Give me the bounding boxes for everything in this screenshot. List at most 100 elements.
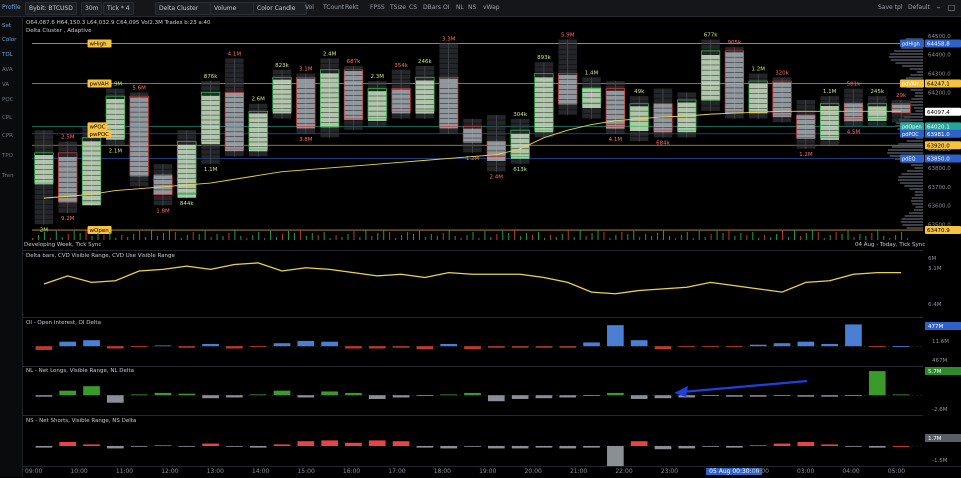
nl-bar[interactable] [59,390,77,396]
ns-bar[interactable] [654,446,672,450]
ns-bar[interactable] [607,446,624,466]
nl-bar[interactable] [107,395,124,403]
ns-bar[interactable] [892,446,910,447]
ns-bar[interactable] [392,441,410,446]
nl-bar[interactable] [535,395,553,399]
nl-bar[interactable] [297,395,315,398]
delta-cluster-candle[interactable]: 677k [700,33,721,112]
oi-bar[interactable] [749,344,767,347]
volume-select[interactable]: Volume [210,2,256,15]
default-button[interactable]: Default [908,4,930,11]
nl-bar[interactable] [178,393,196,396]
sidebar-item-va[interactable]: VA [2,82,9,88]
maximize-icon[interactable]: □ [947,3,956,12]
nl-bar[interactable] [654,395,672,399]
sidebar-item-tpo[interactable]: TPO [2,153,13,159]
ns-bar[interactable] [726,446,743,448]
oi-bar[interactable] [416,346,434,350]
oi-bar[interactable] [678,346,696,347]
delta-cluster-candle[interactable]: 2.6M [248,97,268,157]
nl-bar[interactable] [368,395,386,399]
ns-bar[interactable] [559,446,577,449]
oi-bar[interactable] [440,343,458,347]
oi-bar[interactable] [321,341,338,347]
nl-bar[interactable] [702,395,719,396]
nl-bar[interactable] [416,395,434,396]
nl-chart[interactable]: 5.7M -2.6M [22,367,961,414]
cvd-chart[interactable]: 6M 3.1M 6.4M [22,252,961,316]
delta-cluster-candle[interactable]: 29k [891,93,911,123]
nl-bar[interactable] [726,395,743,397]
symbol-select[interactable]: Bybit: BTCUSD [25,2,77,15]
ns-bar[interactable] [321,440,338,446]
nl-bar[interactable] [130,394,148,396]
ns-bar[interactable] [464,446,481,447]
ns-bar[interactable] [797,442,815,446]
nl-bar[interactable] [678,395,696,398]
oi-bar[interactable] [154,345,172,347]
oi-bar[interactable] [797,341,815,347]
oi-bar[interactable] [464,346,481,350]
oi-bar[interactable] [511,346,529,348]
toggle-ns-button[interactable]: NS [468,4,476,11]
delta-cluster-candle[interactable]: 1.1M [820,89,840,146]
oi-bar[interactable] [226,346,243,349]
delta-cluster-candle[interactable]: 4.1M [224,51,245,157]
oi-bar[interactable] [297,340,315,347]
toggle-vol-button[interactable]: Vol [305,4,314,11]
oi-bar[interactable] [130,346,148,347]
ns-bar[interactable] [249,446,267,448]
delta-cluster-candle[interactable]: 245k [867,89,887,127]
delta-cluster-candle[interactable]: 687k [343,59,364,131]
nl-bar[interactable] [630,395,648,399]
toggle-vwap-button[interactable]: vWap [483,4,500,11]
sidebar-item-set[interactable]: Set [2,23,11,29]
ns-bar[interactable] [345,442,362,446]
ns-bar[interactable] [416,446,434,448]
delta-cluster-candle[interactable]: 2.3M [367,74,387,127]
delta-cluster-candle[interactable]: 3.3M [439,36,459,134]
ns-bar[interactable] [83,444,100,446]
ns-bar[interactable] [535,446,553,448]
minimize-icon[interactable]: – [934,3,943,12]
ns-bar[interactable] [630,441,648,446]
nl-bar[interactable] [892,394,910,396]
delta-cluster-candle[interactable]: 1.2M [796,99,816,158]
oi-bar[interactable] [392,346,410,348]
nl-bar[interactable] [249,394,267,396]
toggle-cs-button[interactable]: CS [409,4,417,11]
oi-bar[interactable] [821,343,838,347]
oi-bar[interactable] [202,343,219,347]
ns-bar[interactable] [749,445,767,446]
tab-profile[interactable]: Profile [2,4,21,11]
chart-type-select[interactable]: Delta Cluster [155,2,211,15]
delta-cluster-candle[interactable]: 823k [272,63,292,119]
oi-bar[interactable] [249,346,267,347]
oi-chart[interactable]: 477M 11.6M 467M [22,318,961,365]
nl-bar[interactable] [868,371,886,396]
oi-bar[interactable] [368,346,386,349]
delta-cluster-candle[interactable]: 844k [177,130,197,207]
ns-bar[interactable] [845,446,862,447]
delta-cluster-candle[interactable]: 1.8M [153,164,173,215]
ns-bar[interactable] [773,443,791,446]
oi-bar[interactable] [83,340,100,347]
nl-bar[interactable] [35,395,53,397]
candle-select[interactable]: Color Candle [253,2,307,15]
nl-bar[interactable] [464,392,481,396]
nl-bar[interactable] [226,395,243,398]
oi-bar[interactable] [654,346,672,350]
ns-bar[interactable] [202,443,219,446]
oi-bar[interactable] [487,346,505,348]
nl-bar[interactable] [583,395,600,396]
nl-bar[interactable] [797,395,815,397]
sidebar-item-tren[interactable]: Tren [2,173,14,179]
nl-bar[interactable] [202,395,219,399]
main-price-chart[interactable]: 2M 2.5M 9.2M 3.9M2.1M 5.6M 1.8M 844k 876k 1.1M 4.… [22,18,961,240]
ns-bar[interactable] [583,446,600,448]
oi-bar[interactable] [868,346,886,347]
oi-bar[interactable] [59,341,77,347]
nl-bar[interactable] [773,395,791,396]
sidebar-item-poc[interactable]: POC [2,97,14,103]
oi-bar[interactable] [583,342,600,347]
